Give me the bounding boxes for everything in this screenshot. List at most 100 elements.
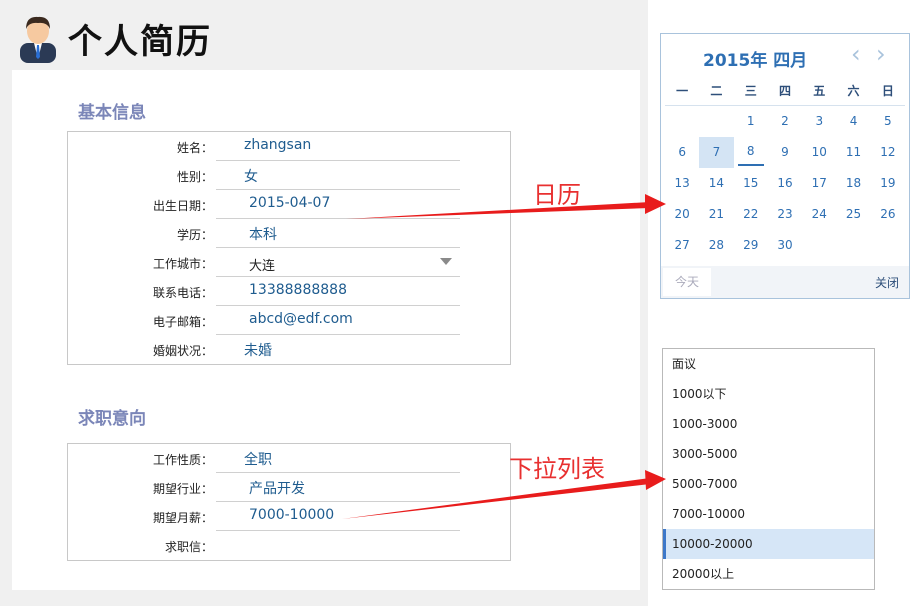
calendar-day[interactable]: 27 <box>665 230 699 261</box>
calendar-weekday: 四 <box>767 77 803 106</box>
salary-option[interactable]: 10000-20000 <box>663 529 874 559</box>
section-title-basic: 基本信息 <box>78 103 146 123</box>
calendar-empty-cell <box>871 230 905 261</box>
phone-input[interactable]: 13388888888 <box>249 282 347 298</box>
calendar-empty-cell <box>802 230 836 261</box>
annotation-dropdown-label: 下拉列表 <box>509 455 605 483</box>
row-label: 出生日期： <box>152 199 213 213</box>
city-select[interactable]: 大连 <box>249 255 275 274</box>
calendar-day[interactable]: 14 <box>699 168 733 199</box>
email-input[interactable]: abcd@edf.com <box>249 311 353 327</box>
form-row-education[interactable]: 学历： 本科 <box>68 219 510 248</box>
calendar-header: 2015年 四月 ‹ › <box>661 34 909 74</box>
calendar-day[interactable]: 16 <box>768 168 802 199</box>
close-button[interactable]: 关闭 <box>875 274 899 291</box>
marital-input[interactable]: 未婚 <box>244 340 272 360</box>
form-row-marital[interactable]: 婚姻状况： 未婚 <box>68 335 510 364</box>
calendar-day[interactable]: 23 <box>768 199 802 230</box>
calendar-day[interactable]: 29 <box>734 230 768 261</box>
calendar-day[interactable]: 6 <box>665 137 699 168</box>
calendar-day[interactable]: 17 <box>802 168 836 199</box>
title-bar: 个人简历 <box>14 10 212 66</box>
form-row-email[interactable]: 电子邮箱： abcd@edf.com <box>68 306 510 335</box>
salary-option[interactable]: 7000-10000 <box>663 499 874 529</box>
calendar-day[interactable]: 19 <box>871 168 905 199</box>
calendar-weekday: 二 <box>699 77 734 106</box>
job-intent-form: 工作性质： 全职 期望行业： 产品开发 期望月薪： 7000-10000 求职信… <box>67 443 511 561</box>
row-label: 工作性质： <box>152 453 213 467</box>
form-row-gender[interactable]: 性别： 女 <box>68 161 510 190</box>
row-label: 期望月薪： <box>152 511 213 525</box>
row-label: 求职信： <box>164 540 213 554</box>
calendar-day[interactable]: 3 <box>802 106 836 137</box>
education-input[interactable]: 本科 <box>249 224 277 244</box>
row-label: 工作城市： <box>152 257 213 271</box>
calendar-day[interactable]: 10 <box>802 137 836 168</box>
calendar-day[interactable]: 18 <box>836 168 870 199</box>
row-label: 学历： <box>176 228 213 242</box>
calendar-day[interactable]: 25 <box>836 199 870 230</box>
salary-option[interactable]: 20000以上 <box>663 559 874 589</box>
calendar-day[interactable]: 12 <box>871 137 905 168</box>
calendar-day[interactable]: 21 <box>699 199 733 230</box>
calendar-grid: 一二三四五六日 1 2 3 4 5 6 7 8 9 10 11 12 13 14 15 16 17 18 19 20 21… <box>665 77 905 261</box>
salary-option[interactable]: 1000-3000 <box>663 409 874 439</box>
row-label: 婚姻状况： <box>152 344 213 358</box>
calendar-day[interactable]: 11 <box>836 137 870 168</box>
section-title-intent: 求职意向 <box>78 409 146 429</box>
salary-option[interactable]: 5000-7000 <box>663 469 874 499</box>
form-row-city[interactable]: 工作城市： 大连 <box>68 248 510 277</box>
chevron-right-icon[interactable]: › <box>876 40 886 68</box>
form-row-industry[interactable]: 期望行业： 产品开发 <box>68 473 510 502</box>
form-row-phone[interactable]: 联系电话： 13388888888 <box>68 277 510 306</box>
industry-input[interactable]: 产品开发 <box>249 478 305 498</box>
calendar-day[interactable]: 20 <box>665 199 699 230</box>
calendar-day[interactable]: 5 <box>871 106 905 137</box>
chevron-left-icon[interactable]: ‹ <box>851 40 861 68</box>
page-title: 个人简历 <box>68 21 212 62</box>
name-input[interactable]: zhangsan <box>244 137 311 153</box>
chevron-down-icon[interactable] <box>440 258 452 265</box>
form-row-salary[interactable]: 期望月薪： 7000-10000 <box>68 502 510 531</box>
row-label: 电子邮箱： <box>152 315 213 329</box>
salary-select[interactable]: 7000-10000 <box>249 507 334 523</box>
row-label: 姓名： <box>176 141 213 155</box>
today-button[interactable]: 今天 <box>663 268 711 296</box>
row-label: 期望行业： <box>152 482 213 496</box>
salary-option[interactable]: 面议 <box>663 349 874 379</box>
resume-card: 基本信息 姓名： zhangsan 性别： 女 出生日期： 2015-04-07… <box>12 70 640 590</box>
calendar-empty-cell <box>699 106 733 137</box>
calendar-day[interactable]: 15 <box>734 168 768 199</box>
work-type-input[interactable]: 全职 <box>244 449 272 469</box>
calendar-day[interactable]: 22 <box>734 199 768 230</box>
annotation-calendar-label: 日历 <box>533 181 581 209</box>
user-avatar-icon <box>20 16 56 63</box>
form-row-birthdate[interactable]: 出生日期： 2015-04-07 <box>68 190 510 219</box>
date-picker-calendar: 2015年 四月 ‹ › 一二三四五六日 1 2 3 4 5 6 7 8 9 10 11 12 13 14 1… <box>660 33 910 299</box>
calendar-day[interactable]: 4 <box>836 106 870 137</box>
calendar-weekday: 一 <box>665 77 700 106</box>
calendar-day[interactable]: 2 <box>768 106 802 137</box>
salary-option[interactable]: 1000以下 <box>663 379 874 409</box>
calendar-day[interactable]: 13 <box>665 168 699 199</box>
row-label: 联系电话： <box>152 286 213 300</box>
birthdate-input[interactable]: 2015-04-07 <box>249 195 330 211</box>
calendar-day[interactable]: 26 <box>871 199 905 230</box>
gender-input[interactable]: 女 <box>244 166 258 186</box>
calendar-month-title[interactable]: 2015年 四月 <box>703 46 807 71</box>
form-row-work-type[interactable]: 工作性质： 全职 <box>68 444 510 473</box>
calendar-day[interactable]: 28 <box>699 230 733 261</box>
calendar-day[interactable]: 1 <box>734 106 768 137</box>
calendar-day[interactable]: 7 <box>699 137 734 168</box>
form-row-cover-letter[interactable]: 求职信： <box>68 531 510 560</box>
basic-info-form: 姓名： zhangsan 性别： 女 出生日期： 2015-04-07 学历： … <box>67 131 511 365</box>
calendar-day[interactable]: 24 <box>802 199 836 230</box>
form-row-name[interactable]: 姓名： zhangsan <box>68 132 510 161</box>
salary-option[interactable]: 3000-5000 <box>663 439 874 469</box>
calendar-day[interactable]: 8 <box>737 137 764 166</box>
calendar-day[interactable]: 9 <box>768 137 802 168</box>
calendar-day[interactable]: 30 <box>768 230 802 261</box>
calendar-weekday: 三 <box>733 77 768 106</box>
row-label: 性别： <box>176 170 213 184</box>
salary-dropdown-list: 面议 1000以下 1000-3000 3000-5000 5000-7000 7000-… <box>662 348 875 590</box>
